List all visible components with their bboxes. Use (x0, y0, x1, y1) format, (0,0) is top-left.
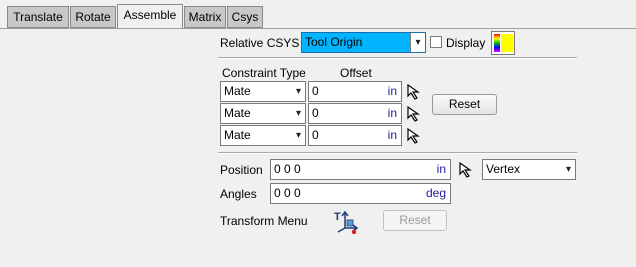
chevron-down-icon: ▾ (295, 108, 301, 119)
offset-value: 0 (312, 84, 319, 98)
snap-mode-value: Vertex (486, 162, 521, 176)
tab-bar-border (0, 28, 636, 29)
color-swatch-button[interactable] (491, 31, 515, 55)
tab-translate[interactable]: Translate (7, 6, 69, 28)
position-unit: in (436, 162, 446, 176)
section-divider (218, 57, 577, 59)
tab-csys[interactable]: Csys (227, 6, 263, 28)
color-spectrum-icon (494, 34, 500, 52)
pick-arrow-icon[interactable] (405, 104, 425, 124)
transform-menu-icon[interactable]: T (333, 208, 359, 234)
display-checkbox[interactable] (430, 36, 442, 48)
angles-label: Angles (220, 187, 257, 201)
position-field[interactable]: 0 0 0 in (270, 159, 451, 180)
angles-unit: deg (425, 186, 446, 200)
constraint-type-select-3[interactable]: Mate ▾ (220, 125, 306, 146)
display-label: Display (446, 36, 486, 50)
position-label: Position (220, 163, 263, 177)
offset-field-2[interactable]: 0 in (308, 103, 402, 124)
angles-field[interactable]: 0 0 0 deg (270, 183, 451, 204)
chevron-down-icon[interactable]: ▾ (410, 33, 425, 52)
constraint-type-value: Mate (224, 128, 251, 142)
transform-reset-button[interactable]: Reset (383, 210, 447, 231)
pick-arrow-icon[interactable] (405, 82, 425, 102)
offset-unit: in (387, 128, 397, 142)
constraint-type-value: Mate (224, 106, 251, 120)
color-swatch (501, 34, 513, 52)
constraints-reset-button[interactable]: Reset (432, 94, 497, 115)
chevron-down-icon: ▾ (295, 86, 301, 97)
pick-arrow-icon[interactable] (405, 126, 425, 146)
pick-arrow-icon[interactable] (457, 160, 477, 180)
constraint-type-header: Constraint Type (222, 66, 306, 80)
tab-matrix[interactable]: Matrix (184, 6, 226, 28)
offset-unit: in (387, 84, 397, 98)
constraint-type-select-2[interactable]: Mate ▾ (220, 103, 306, 124)
svg-text:T: T (334, 211, 341, 223)
angles-value: 0 0 0 (274, 186, 301, 200)
relative-csys-value: Tool Origin (305, 35, 363, 49)
offset-value: 0 (312, 106, 319, 120)
snap-mode-select[interactable]: Vertex ▾ (482, 159, 576, 180)
position-value: 0 0 0 (274, 162, 301, 176)
offset-field-1[interactable]: 0 in (308, 81, 402, 102)
transform-menu-label: Transform Menu (220, 214, 308, 228)
offset-unit: in (387, 106, 397, 120)
constraint-type-value: Mate (224, 84, 251, 98)
relative-csys-label: Relative CSYS (220, 36, 300, 50)
chevron-down-icon: ▾ (565, 164, 571, 175)
tab-assemble[interactable]: Assemble (117, 4, 183, 29)
offset-field-3[interactable]: 0 in (308, 125, 402, 146)
chevron-down-icon: ▾ (295, 130, 301, 141)
offset-value: 0 (312, 128, 319, 142)
tab-rotate[interactable]: Rotate (70, 6, 116, 28)
relative-csys-select[interactable]: Tool Origin ▾ (301, 32, 426, 53)
offset-header: Offset (340, 66, 372, 80)
section-divider (218, 152, 577, 154)
constraint-type-select-1[interactable]: Mate ▾ (220, 81, 306, 102)
